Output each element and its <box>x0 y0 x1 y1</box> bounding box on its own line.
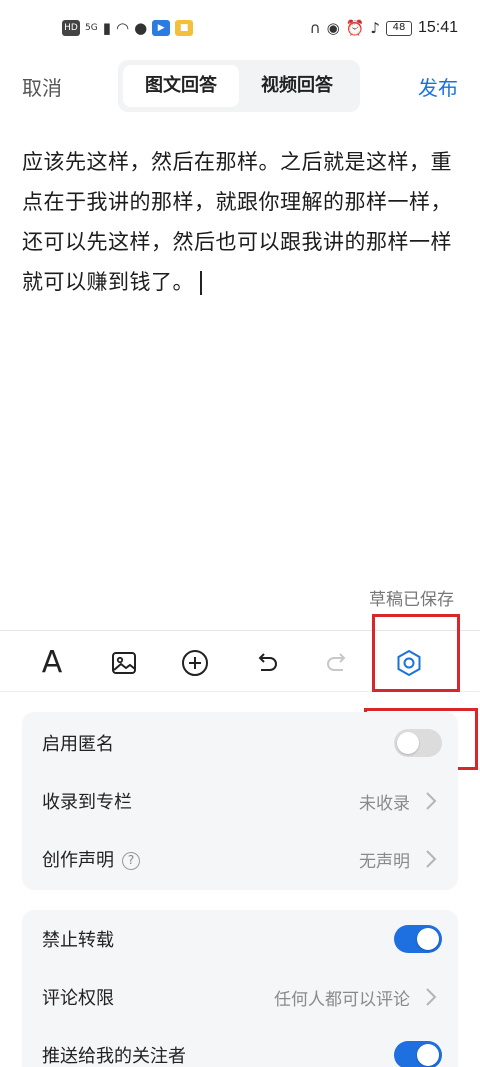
no-repost-label: 禁止转载 <box>42 930 114 951</box>
insert-image-button[interactable] <box>104 643 144 683</box>
insert-more-button[interactable] <box>175 643 215 683</box>
anonymous-row: 启用匿名 <box>22 714 458 772</box>
notes-app-icon: ■ <box>175 20 194 36</box>
alarm-icon: ⏰ <box>345 19 365 37</box>
column-label: 收录到专栏 <box>42 792 132 813</box>
header: 取消 图文回答 视频回答 发布 <box>0 60 480 114</box>
tab-video-answer[interactable]: 视频回答 <box>239 65 355 107</box>
push-followers-row: 推送给我的关注者 <box>22 1026 458 1067</box>
push-followers-toggle[interactable] <box>394 1041 442 1067</box>
redo-icon <box>327 653 346 671</box>
battery-indicator: 48 <box>385 20 412 36</box>
redo-button[interactable] <box>318 643 358 683</box>
mute-icon: ♪ <box>370 19 380 37</box>
font-icon: A <box>41 645 63 680</box>
publish-button[interactable]: 发布 <box>418 72 458 101</box>
answer-editor[interactable]: 应该先这样，然后在那样。之后就是这样，重点在于我讲的那样，就跟你理解的那样一样，… <box>22 142 462 302</box>
comment-permission-value: 任何人都可以评论 <box>274 990 410 1010</box>
media-app-icon: ▶ <box>152 20 171 36</box>
chat-app-icon: ● <box>134 19 148 37</box>
image-icon <box>112 652 136 674</box>
settings-card-2: 禁止转载 评论权限 任何人都可以评论 推送给我的关注者 <box>22 910 458 1067</box>
anonymous-label: 启用匿名 <box>42 734 114 755</box>
no-repost-row: 禁止转载 <box>22 910 458 968</box>
column-value: 未收录 <box>359 794 410 814</box>
declaration-row[interactable]: 创作声明? 无声明 <box>22 830 458 888</box>
toggle-knob <box>417 928 439 950</box>
cancel-button[interactable]: 取消 <box>22 72 62 101</box>
undo-icon <box>258 653 277 671</box>
chevron-right-icon <box>426 850 437 868</box>
draft-saved-status: 草稿已保存 <box>369 590 454 610</box>
comment-permission-label: 评论权限 <box>42 988 114 1009</box>
editor-text: 应该先这样，然后在那样。之后就是这样，重点在于我讲的那样，就跟你理解的那样一样，… <box>22 150 452 294</box>
status-right: ∩ ◉ ⏰ ♪ 48 15:41 <box>310 19 458 37</box>
column-row[interactable]: 收录到专栏 未收录 <box>22 772 458 830</box>
settings-card-1: 启用匿名 收录到专栏 未收录 创作声明? 无声明 <box>22 712 458 890</box>
tab-image-text-answer[interactable]: 图文回答 <box>123 65 239 107</box>
headphones-icon: ∩ <box>309 19 321 37</box>
toggle-knob <box>417 1044 439 1066</box>
push-followers-label: 推送给我的关注者 <box>42 1046 186 1067</box>
status-left: HD 5G ▮ ◠ ● ▶ ■ <box>62 19 194 37</box>
undo-button[interactable] <box>246 643 286 683</box>
chevron-right-icon <box>426 792 437 810</box>
declaration-label: 创作声明? <box>42 846 140 872</box>
highlight-box-settings <box>372 614 460 692</box>
declaration-value: 无声明 <box>359 852 410 872</box>
declaration-label-text: 创作声明 <box>42 850 114 871</box>
font-button[interactable]: A <box>32 643 72 683</box>
clock: 15:41 <box>417 19 458 36</box>
no-repost-toggle[interactable] <box>394 925 442 953</box>
status-bar: HD 5G ▮ ◠ ● ▶ ■ ∩ ◉ ⏰ ♪ 48 15:41 <box>0 0 480 60</box>
chevron-right-icon <box>426 988 437 1006</box>
hd-badge: HD <box>62 20 80 36</box>
text-cursor <box>200 271 202 295</box>
help-icon[interactable]: ? <box>122 852 140 870</box>
comment-permission-row[interactable]: 评论权限 任何人都可以评论 <box>22 968 458 1026</box>
anonymous-toggle[interactable] <box>394 729 442 757</box>
answer-type-tabs: 图文回答 视频回答 <box>118 60 360 112</box>
add-icon <box>182 650 208 676</box>
signal-icon: ▮ <box>102 19 111 37</box>
eye-icon: ◉ <box>326 19 340 37</box>
toggle-knob <box>397 732 419 754</box>
network-label: 5G <box>85 23 98 33</box>
wifi-icon: ◠ <box>115 19 130 37</box>
